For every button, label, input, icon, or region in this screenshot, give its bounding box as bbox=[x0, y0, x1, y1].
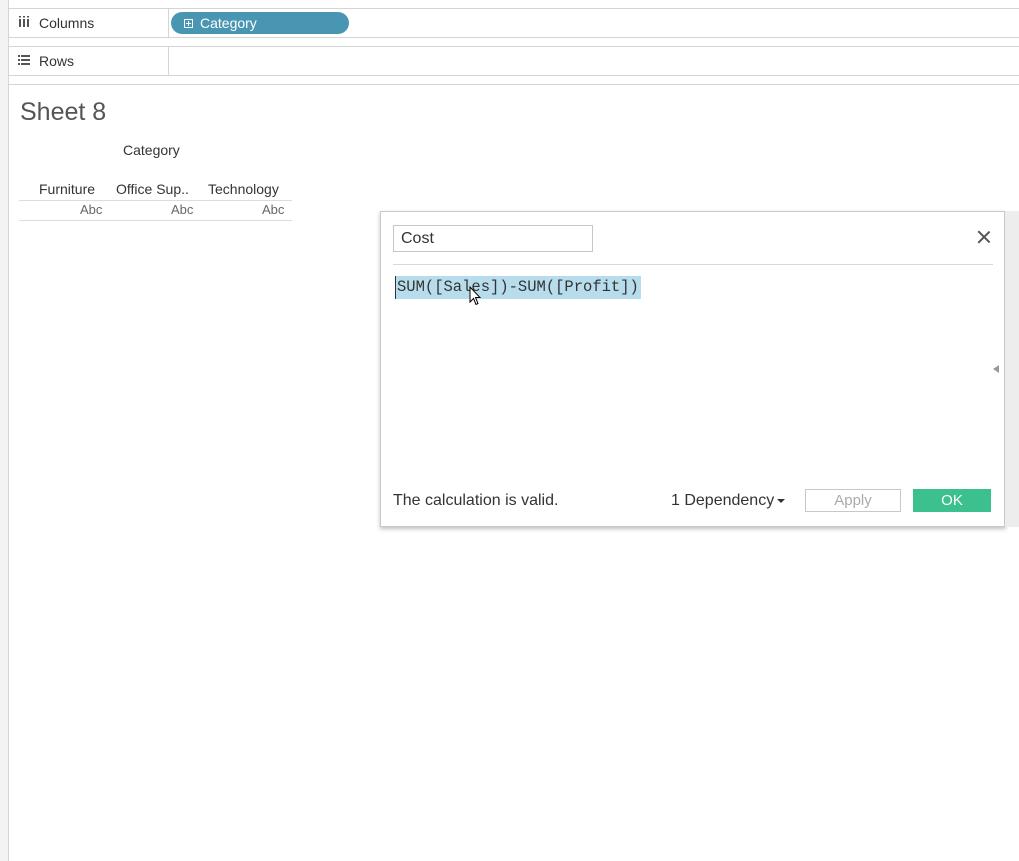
dependency-dropdown[interactable]: 1 Dependency bbox=[671, 492, 786, 510]
formula-editor[interactable]: SUM([Sales])-SUM([Profit]) bbox=[395, 276, 641, 299]
ok-button[interactable]: OK bbox=[913, 489, 991, 512]
column-header-office-supplies[interactable]: Office Sup.. bbox=[116, 181, 189, 197]
sheet-title: Sheet 8 bbox=[20, 98, 107, 126]
dependency-label: 1 Dependency bbox=[671, 492, 775, 509]
rows-shelf[interactable]: Rows bbox=[8, 46, 1019, 76]
columns-label: Columns bbox=[39, 15, 95, 31]
chevron-down-icon bbox=[777, 498, 786, 503]
calculation-editor-dialog: SUM([Sales])-SUM([Profit]) The calculati… bbox=[380, 211, 1006, 527]
row-divider bbox=[19, 220, 292, 221]
columns-shelf[interactable]: Columns Category bbox=[8, 8, 1019, 38]
close-icon[interactable] bbox=[976, 229, 992, 245]
collapse-arrow-icon[interactable] bbox=[993, 365, 999, 373]
validation-status: The calculation is valid. bbox=[393, 492, 559, 509]
expand-plus-icon[interactable] bbox=[184, 18, 193, 28]
side-panel-strip bbox=[1004, 211, 1019, 527]
cell-value[interactable]: Abc bbox=[262, 202, 284, 217]
rows-shelf-label: Rows bbox=[9, 47, 169, 75]
rows-label: Rows bbox=[39, 53, 75, 69]
mouse-cursor-icon bbox=[469, 285, 482, 306]
columns-shelf-label: Columns bbox=[9, 9, 169, 37]
calculation-name-input[interactable] bbox=[393, 225, 593, 252]
cell-value[interactable]: Abc bbox=[171, 202, 193, 217]
column-header-technology[interactable]: Technology bbox=[208, 181, 279, 197]
column-header-furniture[interactable]: Furniture bbox=[39, 181, 95, 197]
category-pill-label: Category bbox=[200, 15, 257, 31]
rows-icon bbox=[17, 54, 31, 69]
columns-icon bbox=[17, 15, 31, 31]
category-pill[interactable]: Category bbox=[171, 12, 349, 34]
dialog-divider bbox=[393, 264, 993, 265]
header-divider bbox=[19, 200, 292, 201]
apply-button[interactable]: Apply bbox=[805, 489, 901, 512]
cell-value[interactable]: Abc bbox=[80, 202, 102, 217]
category-header[interactable]: Category bbox=[123, 142, 180, 158]
